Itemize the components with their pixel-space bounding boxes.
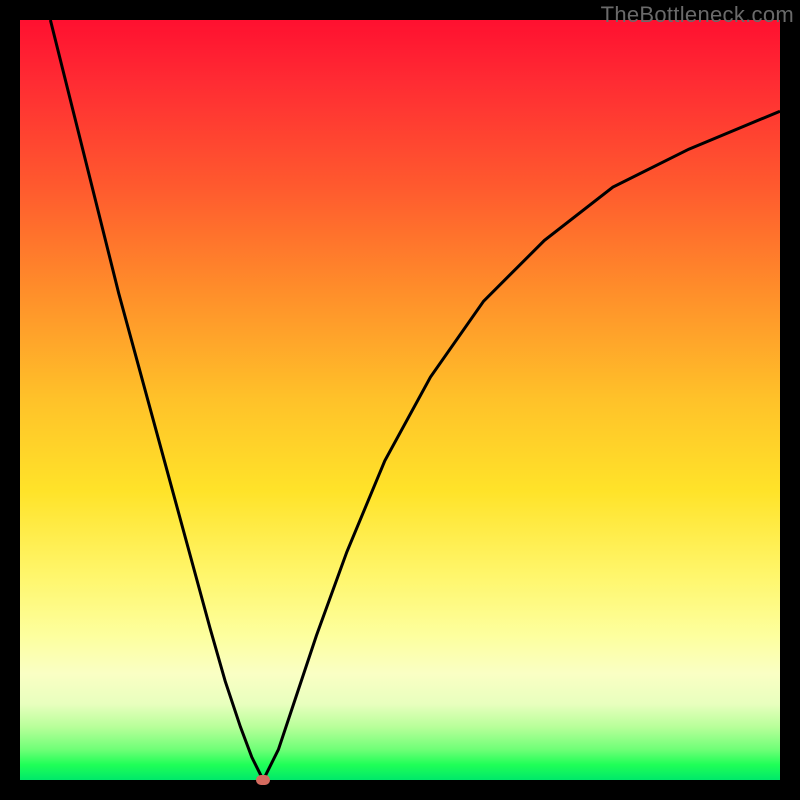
bottleneck-minimum-marker [256,775,270,785]
bottleneck-curve [20,20,780,780]
chart-frame [20,20,780,780]
watermark-text: TheBottleneck.com [601,2,794,28]
curve-path [50,20,780,780]
